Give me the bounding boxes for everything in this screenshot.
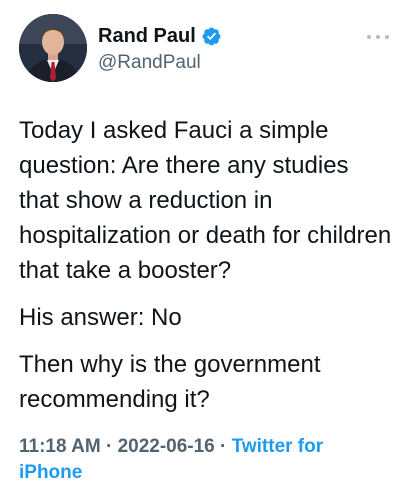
separator: ·: [100, 436, 118, 457]
tweet-text: Today I asked Fauci a simple question: A…: [19, 113, 394, 429]
tweet-paragraph: Today I asked Fauci a simple question: A…: [19, 117, 392, 284]
dot: [385, 35, 389, 39]
tweet-card: Rand Paul @RandPaul Today I asked Fauci …: [0, 0, 407, 500]
author-identity: Rand Paul @RandPaul: [98, 24, 222, 75]
more-options-icon[interactable]: [367, 32, 389, 42]
tweet-date[interactable]: 2022-06-16: [118, 436, 215, 457]
avatar-image: [19, 14, 87, 82]
display-name[interactable]: Rand Paul: [98, 24, 196, 48]
tweet-header: Rand Paul @RandPaul: [19, 14, 389, 86]
name-row: Rand Paul: [98, 24, 222, 48]
avatar[interactable]: [19, 14, 87, 82]
dot: [367, 35, 371, 39]
tweet-time[interactable]: 11:18 AM: [19, 436, 101, 457]
dot: [376, 35, 380, 39]
verified-badge-icon: [201, 26, 222, 47]
tweet-paragraph: His answer: No: [19, 304, 182, 331]
separator: ·: [214, 436, 232, 457]
tweet-paragraph: Then why is the government recommending …: [19, 351, 321, 413]
tweet-footer: 11:18 AM · 2022-06-16 · Twitter for iPho…: [19, 434, 389, 486]
author-handle[interactable]: @RandPaul: [98, 51, 222, 75]
